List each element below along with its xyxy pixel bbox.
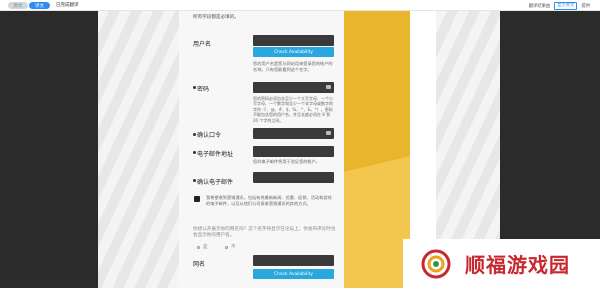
confirm-email-bullet bbox=[193, 179, 196, 182]
provider-prefix: 翻译结果由 bbox=[528, 4, 551, 9]
yellow-side-panel bbox=[344, 11, 410, 288]
password-bullet bbox=[193, 86, 196, 89]
confirm-password-label: 确认口令 bbox=[197, 132, 222, 139]
nickname-label: 网名 bbox=[193, 261, 206, 268]
public-yes-option[interactable]: 是 bbox=[197, 244, 208, 250]
show-original-button[interactable]: 显示原文 bbox=[554, 2, 578, 10]
page-status-label: 已完成翻译 bbox=[56, 3, 79, 8]
password-input[interactable] bbox=[253, 82, 334, 93]
watermark-emblem-icon bbox=[421, 249, 451, 279]
form-intro: 所有字段都是必填的。 bbox=[193, 15, 239, 20]
email-input[interactable] bbox=[253, 146, 334, 157]
toolbar-right: 翻译结果由 显示原文 提供 bbox=[529, 2, 590, 10]
password-reveal-icon[interactable] bbox=[326, 85, 331, 89]
confirm-password-input[interactable] bbox=[253, 128, 334, 139]
left-stripe-panel bbox=[98, 11, 179, 288]
marketing-consent-checkbox[interactable] bbox=[194, 196, 200, 202]
email-hint: 您的电子邮件将用于验证您的帐户。 bbox=[253, 159, 321, 164]
yellow-fold-shape bbox=[344, 156, 410, 288]
translation-toolbar: 原文 译文 已完成翻译 翻译结果由 显示原文 提供 bbox=[0, 0, 600, 11]
watermark-text: 顺福游戏园 bbox=[465, 253, 570, 277]
username-check-button[interactable]: Check Availability bbox=[253, 47, 334, 57]
radio-no-icon bbox=[225, 245, 228, 249]
email-bullet bbox=[193, 151, 196, 154]
provider-suffix: 提供 bbox=[581, 4, 590, 9]
username-hint: 您的用户名是您与网站用来登录您的帐户的名称。只有您能看到这个名字。 bbox=[253, 61, 333, 72]
password-hint: 您的密码必须包含至少一个大写字母、一个小写字母、一个数字和至少一个非字母或数字的… bbox=[253, 96, 333, 123]
confirm-email-input[interactable] bbox=[253, 172, 334, 183]
registration-form: 所有字段都是必填的。 用户名 Check Availability 您的用户名是… bbox=[179, 11, 344, 288]
password-label: 密码 bbox=[197, 86, 210, 93]
confirm-password-bullet bbox=[193, 133, 196, 136]
nickname-input[interactable] bbox=[253, 255, 334, 266]
public-name-question: 你想公开展示你的网名吗？这个名字将显示在论坛上，你发布评论时也会显示你的用户名。 bbox=[193, 227, 336, 238]
username-label: 用户名 bbox=[193, 41, 212, 48]
radio-no-label: 不 bbox=[231, 245, 236, 250]
email-label: 电子邮件地址 bbox=[197, 151, 234, 158]
username-input[interactable] bbox=[253, 35, 334, 46]
radio-yes-icon bbox=[197, 245, 200, 249]
nickname-check-button[interactable]: Check Availability bbox=[253, 269, 334, 279]
marketing-consent-text: 我希望收到营销通讯，包括有关最新新闻、优惠、促销、活动和游戏的电子邮件，以及从他… bbox=[206, 195, 332, 206]
radio-yes-label: 是 bbox=[203, 245, 208, 250]
translated-tab[interactable]: 译文 bbox=[29, 2, 50, 9]
original-tab[interactable]: 原文 bbox=[8, 2, 28, 9]
watermark-logo: 顺福游戏园 bbox=[403, 239, 600, 288]
public-no-option[interactable]: 不 bbox=[225, 244, 236, 250]
confirm-password-reveal-icon[interactable] bbox=[326, 131, 331, 135]
confirm-email-label: 确认电子邮件 bbox=[197, 179, 234, 186]
